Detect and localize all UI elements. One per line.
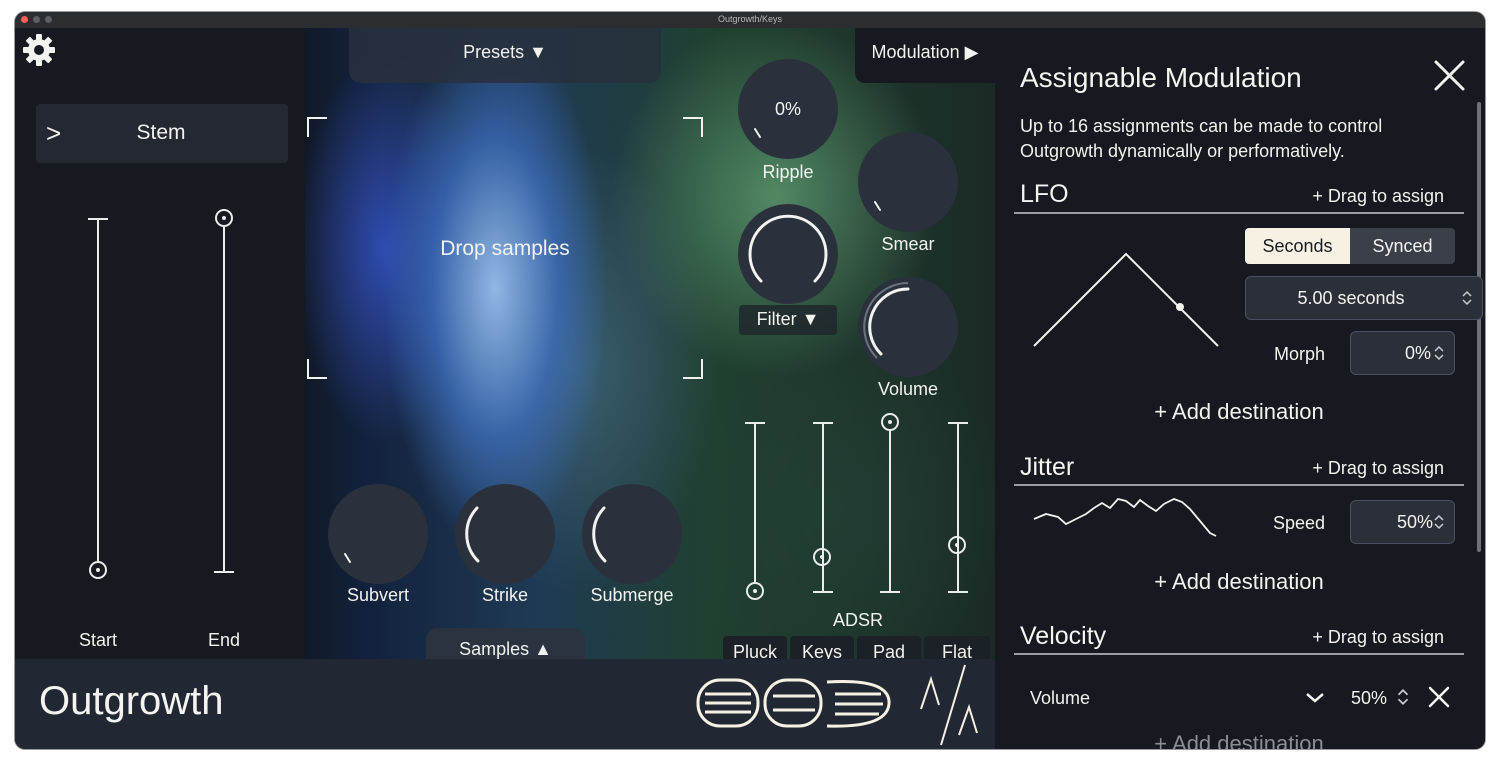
drop-zone-label: Drop samples [440,237,570,260]
lfo-waveform-display [1030,248,1220,348]
stepper-icon[interactable] [1434,514,1444,530]
stem-label: Stem [136,121,186,144]
velocity-amount[interactable]: 50% [1337,688,1387,709]
ripple-knob[interactable]: 0% [738,59,838,159]
volume-label: Volume [877,379,939,399]
lfo-morph-stepper[interactable]: 0% [1350,331,1455,375]
velocity-drag-to-assign[interactable]: + Drag to assign [1255,627,1444,648]
velocity-divider [1014,653,1464,655]
gear-icon[interactable] [21,32,57,68]
presets-button[interactable]: Presets ▼ [349,28,661,83]
jitter-speed-label: Speed [1272,513,1325,533]
filter-knob[interactable] [738,204,838,304]
jitter-drag-to-assign[interactable]: + Drag to assign [1255,458,1444,479]
smear-knob[interactable] [858,132,958,232]
ripple-value: 0% [774,99,801,119]
lfo-rate-value: 5.00 seconds [1297,288,1405,308]
samples-button[interactable]: Samples ▲ [426,628,585,659]
jitter-divider [1014,484,1464,486]
jitter-speed-value: 50% [1396,512,1433,532]
strike-knob[interactable] [455,484,555,584]
velocity-title: Velocity [1020,622,1107,650]
lfo-mode-seconds[interactable]: Seconds [1245,228,1350,264]
velocity-add-destination[interactable]: + Add destination [1014,731,1464,749]
adsr-label: ADSR [832,610,883,630]
lfo-morph-label: Morph [1273,344,1325,364]
lfo-title: LFO [1020,180,1069,208]
adsr-preset-keys[interactable]: Keys [790,636,854,659]
close-icon[interactable] [1432,58,1468,94]
brand-bar: Outgrowth [15,659,995,749]
brand-mark-logo [915,661,987,747]
main-area: > Stem Start End Presets ▼ Modulation ▶ [15,28,995,659]
plugin-window: Outgrowth/Keys > Stem Start End Presets … [15,12,1485,749]
jitter-add-destination[interactable]: + Add destination [1014,569,1464,595]
submerge-knob[interactable] [582,484,682,584]
strike-label: Strike [481,585,528,605]
start-label: Start [78,630,117,650]
modulation-panel-title: Assignable Modulation [1020,62,1302,93]
company-logo [695,674,897,734]
adsr-preset-pad[interactable]: Pad [857,636,921,659]
chevron-right-icon: > [46,118,62,148]
jitter-waveform-display [1030,493,1225,541]
drop-zone[interactable]: Drop samples [307,117,703,379]
window-title: Outgrowth/Keys [717,14,783,24]
end-label: End [207,630,241,650]
subvert-knob[interactable] [328,484,428,584]
submerge-label: Submerge [590,585,674,605]
filter-type-dropdown[interactable]: Filter ▼ [739,305,837,335]
lfo-drag-to-assign[interactable]: + Drag to assign [1255,186,1444,207]
stepper-icon[interactable] [1462,290,1472,306]
lfo-rate-stepper[interactable]: 5.00 seconds [1245,276,1483,320]
velocity-destination[interactable]: Volume [1030,688,1090,709]
smear-label: Smear [881,234,935,254]
volume-knob[interactable] [858,277,958,377]
modulation-description: Up to 16 assignments can be made to cont… [1020,116,1383,161]
jitter-speed-stepper[interactable]: 50% [1350,500,1455,544]
adsr-preset-pluck[interactable]: Pluck [723,636,787,659]
modulation-panel: Assignable Modulation Up to 16 assignmen… [995,28,1485,749]
panel-scrollbar[interactable] [1477,102,1481,552]
lfo-mode-synced[interactable]: Synced [1350,228,1455,264]
title-bar: Outgrowth/Keys [15,12,1485,29]
stepper-icon[interactable] [1397,688,1409,706]
brand-name: Outgrowth [39,679,224,723]
lfo-divider [1014,212,1464,214]
adsr-preset-flat[interactable]: Flat [924,636,990,659]
chevron-down-icon[interactable] [1305,692,1325,704]
remove-icon[interactable] [1428,686,1450,708]
subvert-label: Subvert [346,585,410,605]
stepper-icon[interactable] [1434,345,1444,361]
stem-selector[interactable]: > Stem [36,104,288,163]
velocity-assignment-row: Volume 50% [1015,668,1465,726]
jitter-title: Jitter [1020,453,1075,481]
ripple-label: Ripple [762,162,814,182]
lfo-add-destination[interactable]: + Add destination [1014,399,1464,425]
lfo-morph-value: 0% [1404,343,1431,363]
modulation-toggle-button[interactable]: Modulation ▶ [855,28,995,83]
